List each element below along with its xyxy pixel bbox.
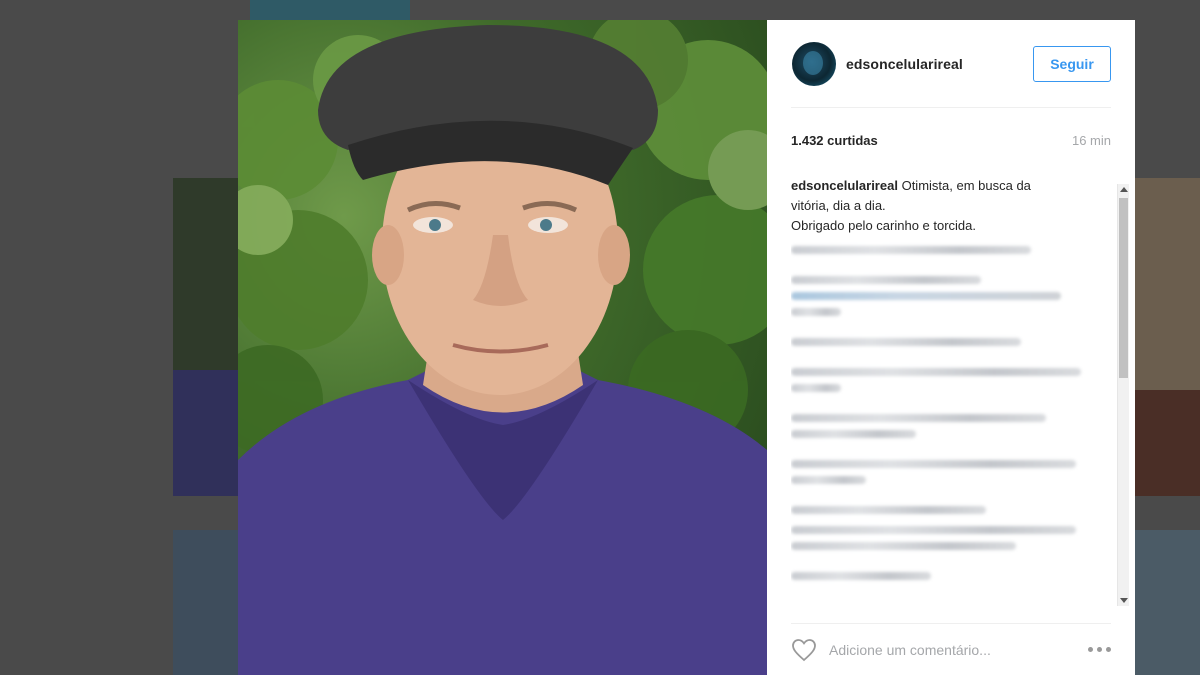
blurred-comment — [791, 430, 916, 438]
comments-list[interactable]: edsoncelularireal Otimista, em busca da … — [791, 170, 1129, 623]
blurred-comment — [791, 292, 1061, 300]
post-author-username[interactable]: edsoncelularireal — [846, 56, 1033, 72]
comment-input[interactable] — [829, 641, 1078, 658]
background-feed-tile — [250, 0, 410, 20]
blurred-comment — [791, 308, 841, 316]
blurred-comment — [791, 506, 986, 514]
background-feed-tile — [1135, 390, 1200, 496]
blurred-comment — [791, 526, 1076, 534]
post-photo[interactable] — [238, 20, 767, 675]
blurred-comment — [791, 384, 841, 392]
caption-line-3: Obrigado pelo carinho e torcida. — [791, 218, 977, 233]
caption-line-2: vitória, dia a dia. — [791, 198, 886, 213]
blurred-comment — [791, 368, 1081, 376]
scroll-down-arrow-icon[interactable] — [1120, 598, 1128, 603]
scroll-up-arrow-icon[interactable] — [1120, 187, 1128, 192]
blurred-comment — [791, 476, 866, 484]
avatar[interactable] — [792, 41, 836, 86]
background-feed-tile — [173, 530, 243, 675]
caption-username[interactable]: edsoncelularireal — [791, 178, 898, 193]
scroll-thumb[interactable] — [1119, 198, 1128, 378]
post-modal: edsoncelularireal Seguir 1.432 curtidas … — [238, 20, 1135, 675]
blurred-comment — [791, 460, 1076, 468]
post-timestamp[interactable]: 16 min — [1072, 133, 1111, 148]
selfie-illustration — [238, 20, 767, 675]
more-options-icon[interactable] — [1088, 647, 1111, 652]
post-sidebar: edsoncelularireal Seguir 1.432 curtidas … — [767, 20, 1135, 675]
comments-scrollbar[interactable] — [1117, 184, 1129, 606]
post-meta: 1.432 curtidas 16 min — [791, 108, 1111, 170]
background-feed-tile — [1135, 530, 1200, 675]
blurred-comment — [791, 246, 1031, 254]
caption-line-1: edsoncelularireal Otimista, em busca da — [791, 176, 1099, 196]
follow-button[interactable]: Seguir — [1033, 45, 1111, 82]
blurred-comment — [791, 414, 1046, 422]
post-caption: edsoncelularireal Otimista, em busca da … — [791, 176, 1129, 236]
likes-count[interactable]: 1.432 curtidas — [791, 133, 878, 148]
blurred-comment — [791, 572, 931, 580]
blurred-comment — [791, 276, 981, 284]
caption-text-1: Otimista, em busca da — [901, 178, 1031, 193]
comment-bar — [791, 623, 1111, 675]
blurred-comment — [791, 542, 1016, 550]
blurred-comment — [791, 338, 1021, 346]
background-feed-tile — [173, 370, 243, 496]
heart-icon[interactable] — [791, 638, 817, 662]
post-header: edsoncelularireal Seguir — [791, 20, 1111, 108]
